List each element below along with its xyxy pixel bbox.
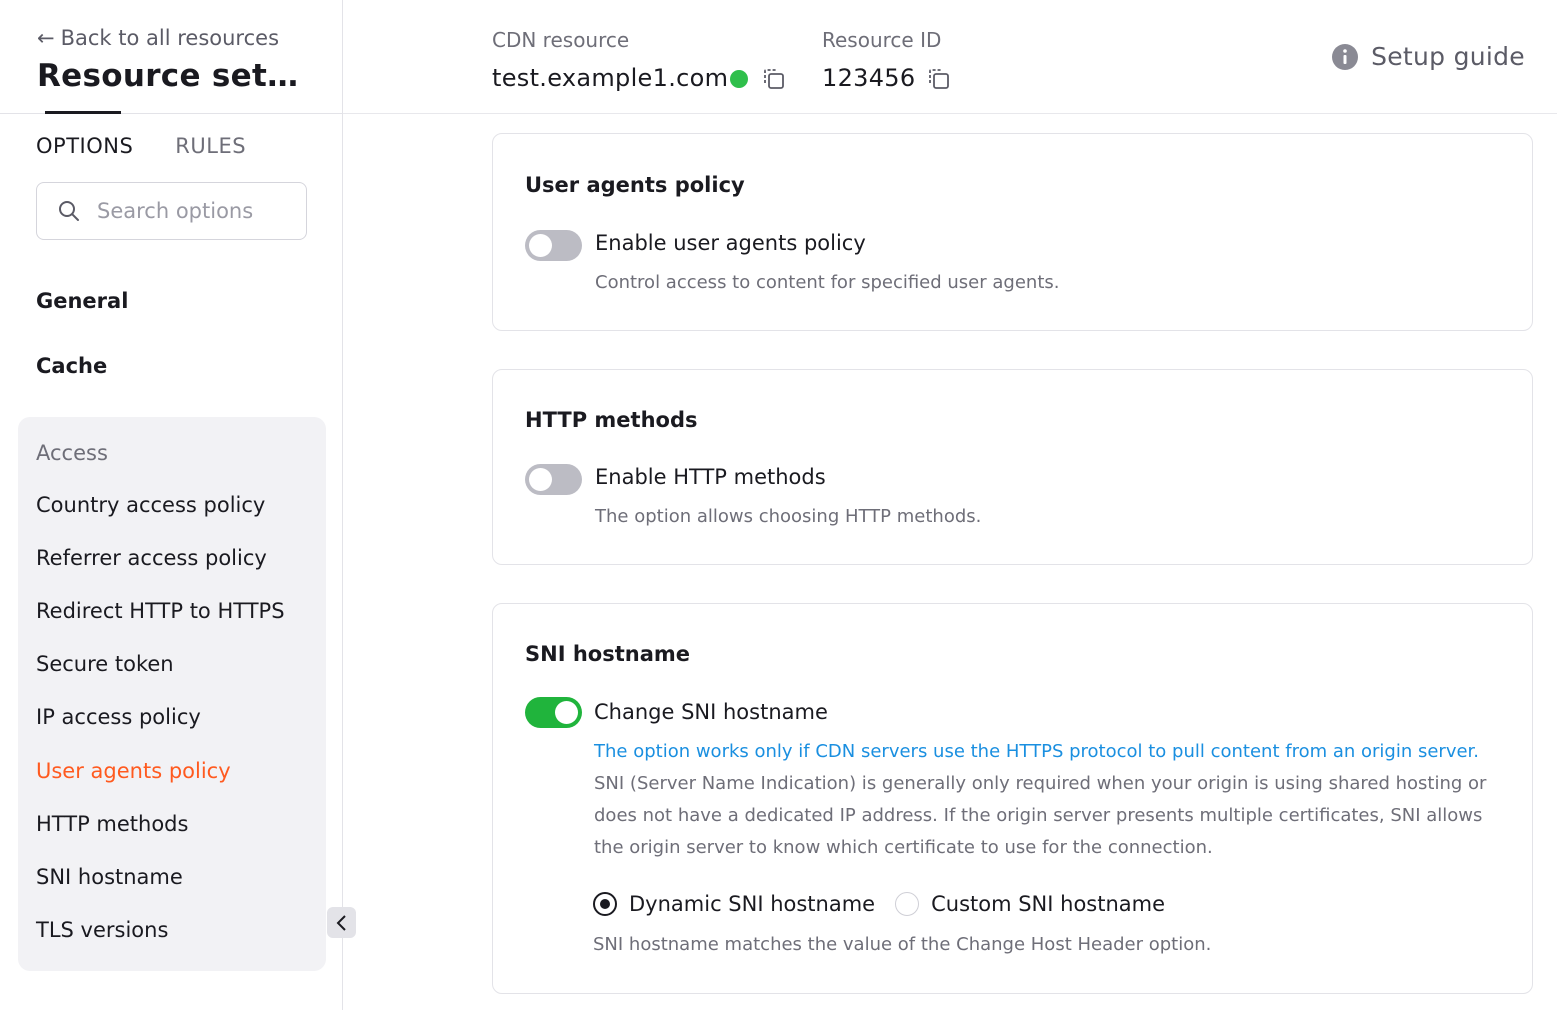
card-user-agents-policy: User agents policy Enable user agents po… (492, 133, 1533, 331)
group-title: Access (36, 441, 108, 465)
back-to-resources-link[interactable]: ← Back to all resources (37, 26, 279, 50)
sidebar-item-referrer-access-policy[interactable]: Referrer access policy (36, 546, 267, 570)
sidebar-item-user-agents-policy[interactable]: User agents policy (36, 759, 231, 783)
collapse-sidebar-button[interactable] (327, 907, 356, 938)
sidebar-item-ip-access-policy[interactable]: IP access policy (36, 705, 201, 729)
chevron-left-icon (336, 914, 346, 931)
sidebar-item-country-access-policy[interactable]: Country access policy (36, 493, 265, 517)
cdn-resource-value: test.example1.com (492, 64, 729, 92)
info-icon (1332, 43, 1359, 70)
tab-bar: OPTIONS RULES (36, 134, 246, 158)
setup-guide-button[interactable]: Setup guide (1331, 42, 1525, 71)
radio-hint: SNI hostname matches the value of the Ch… (593, 934, 1212, 955)
search-input[interactable] (97, 199, 287, 223)
divider (343, 113, 1557, 114)
active-tab-indicator (45, 111, 121, 114)
radio-label-dynamic[interactable]: Dynamic SNI hostname (629, 892, 875, 916)
user-agents-toggle[interactable] (525, 230, 582, 261)
card-title: User agents policy (525, 173, 745, 197)
arrow-left-icon: ← (37, 26, 55, 50)
sni-mode-radio-group: Dynamic SNI hostname Custom SNI hostname (593, 892, 1165, 916)
page-title: Resource settin... (37, 58, 309, 94)
setup-guide-label: Setup guide (1371, 42, 1525, 71)
copy-icon[interactable] (926, 66, 952, 92)
toggle-label: Enable user agents policy (595, 231, 866, 255)
toggle-knob (529, 468, 552, 491)
toggle-knob (555, 701, 578, 724)
copy-icon[interactable] (761, 66, 787, 92)
radio-label-custom[interactable]: Custom SNI hostname (931, 892, 1165, 916)
card-http-methods: HTTP methods Enable HTTP methods The opt… (492, 369, 1533, 565)
option-description: The option allows choosing HTTP methods. (595, 506, 982, 527)
toggle-label: Change SNI hostname (594, 700, 828, 724)
cdn-resource-label: CDN resource (492, 28, 630, 52)
option-description: SNI (Server Name Indication) is generall… (594, 773, 1487, 858)
toggle-label: Enable HTTP methods (595, 465, 826, 489)
card-title: HTTP methods (525, 408, 698, 432)
sidebar-item-http-methods[interactable]: HTTP methods (36, 812, 188, 836)
card-title: SNI hostname (525, 642, 690, 666)
sidebar-item-sni-hostname[interactable]: SNI hostname (36, 865, 183, 889)
back-link-label: Back to all resources (60, 26, 280, 50)
resource-id-label: Resource ID (822, 28, 942, 52)
search-icon (59, 201, 79, 221)
search-box[interactable] (36, 182, 307, 240)
sidebar-item-tls-versions[interactable]: TLS versions (36, 918, 168, 942)
option-description: Control access to content for specified … (595, 272, 1060, 293)
sidebar-item-general[interactable]: General (36, 289, 128, 313)
sidebar-item-cache[interactable]: Cache (36, 354, 107, 378)
sidebar-item-secure-token[interactable]: Secure token (36, 652, 174, 676)
toggle-knob (529, 234, 552, 257)
http-methods-toggle[interactable] (525, 464, 582, 495)
resource-id-value: 123456 (822, 64, 916, 92)
tab-rules[interactable]: RULES (175, 134, 246, 158)
tab-options[interactable]: OPTIONS (36, 134, 133, 158)
sidebar-group-access: Access Country access policy Referrer ac… (18, 417, 326, 971)
card-sni-hostname: SNI hostname Change SNI hostname The opt… (492, 603, 1533, 994)
sidebar: ← Back to all resources Resource settin.… (0, 0, 343, 1010)
https-requirement-note: The option works only if CDN servers use… (594, 741, 1480, 762)
status-online-indicator (730, 70, 748, 88)
sidebar-item-redirect-http-to-https[interactable]: Redirect HTTP to HTTPS (36, 599, 285, 623)
radio-custom-sni[interactable] (895, 892, 920, 916)
sni-hostname-toggle[interactable] (525, 697, 582, 728)
radio-dynamic-sni[interactable] (593, 892, 617, 916)
